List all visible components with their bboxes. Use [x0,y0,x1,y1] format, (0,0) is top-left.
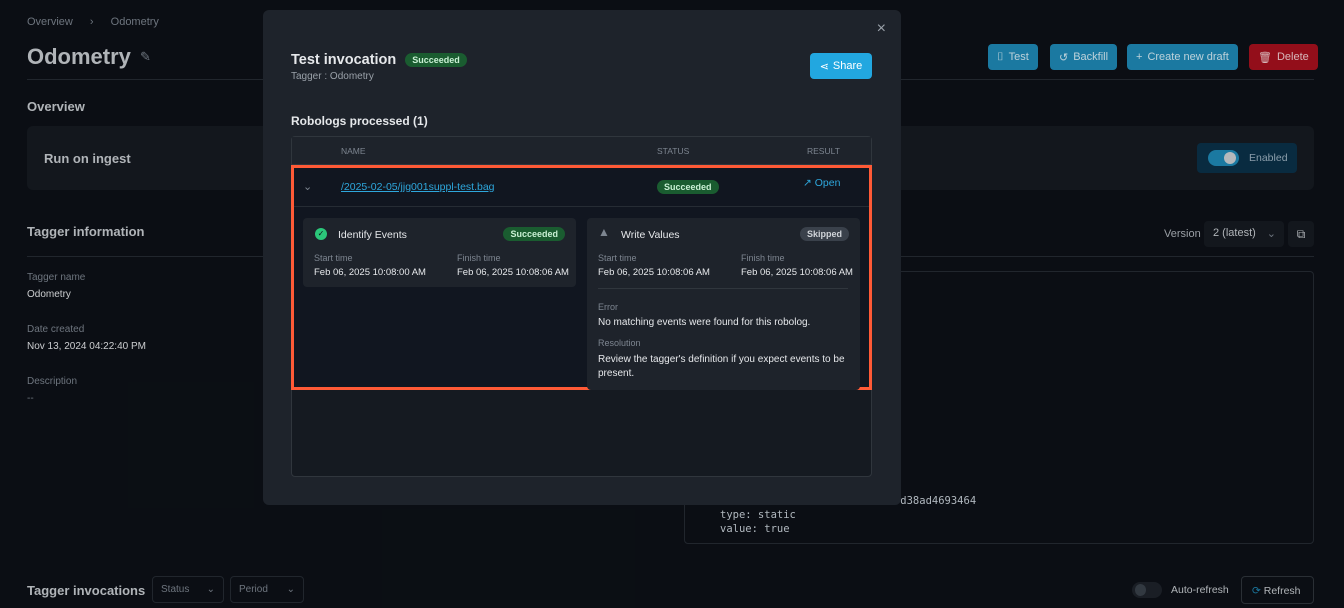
divider [598,288,848,289]
finish-time-label: Finish time [457,253,501,263]
close-icon[interactable]: × [877,20,886,38]
open-link[interactable]: ↗ Open [803,177,840,189]
modal-subtitle: Tagger : Odometry [291,71,374,82]
finish-time-label: Finish time [741,253,785,263]
error-label: Error [598,302,618,312]
share-button[interactable]: ⋖ Share [810,53,872,79]
table-header: NAME STATUS RESULT [292,137,871,165]
status-badge: Succeeded [405,53,467,67]
share-label: Share [832,60,863,72]
external-link-icon: ↗ [803,177,812,189]
step-status-badge: Succeeded [503,227,565,241]
resolution-label: Resolution [598,338,641,348]
robolog-row[interactable]: ⌄ /2025-02-05/jjg001suppl-test.bag Succe… [294,168,869,207]
open-label: Open [814,177,841,189]
share-icon: ⋖ [819,60,829,73]
modal-title: Test invocation [291,52,397,68]
row-status-badge: Succeeded [657,180,719,194]
step-name: Write Values [621,229,680,241]
step-name: Identify Events [338,229,407,241]
resolution-message: Review the tagger's definition if you ex… [598,354,845,379]
step-card-write-values: ▲ Write Values Skipped Start time Feb 06… [587,218,860,390]
step-card-identify-events: ✓ Identify Events Succeeded Start time F… [303,218,576,287]
start-time-label: Start time [314,253,353,263]
finish-time-value: Feb 06, 2025 10:08:06 AM [741,267,853,278]
table-row: ⌄ /2025-02-05/jjg001suppl-test.bag Succe… [291,165,872,390]
step-status-badge: Skipped [799,227,849,241]
test-invocation-modal: × Test invocation Succeeded Tagger : Odo… [263,10,901,505]
check-circle-icon: ✓ [315,228,327,240]
finish-time-value: Feb 06, 2025 10:08:06 AM [457,267,569,278]
start-time-value: Feb 06, 2025 10:08:00 AM [314,267,426,278]
chevron-down-icon[interactable]: ⌄ [303,180,312,193]
column-header-result: RESULT [807,146,840,156]
robologs-heading: Robologs processed (1) [291,114,428,128]
start-time-label: Start time [598,253,637,263]
error-message: No matching events were found for this r… [598,317,811,328]
column-header-status: STATUS [657,146,690,156]
robolog-link[interactable]: /2025-02-05/jjg001suppl-test.bag [341,181,495,193]
column-header-name: NAME [341,146,366,156]
warning-icon: ▲ [598,225,610,239]
start-time-value: Feb 06, 2025 10:08:06 AM [598,267,710,278]
